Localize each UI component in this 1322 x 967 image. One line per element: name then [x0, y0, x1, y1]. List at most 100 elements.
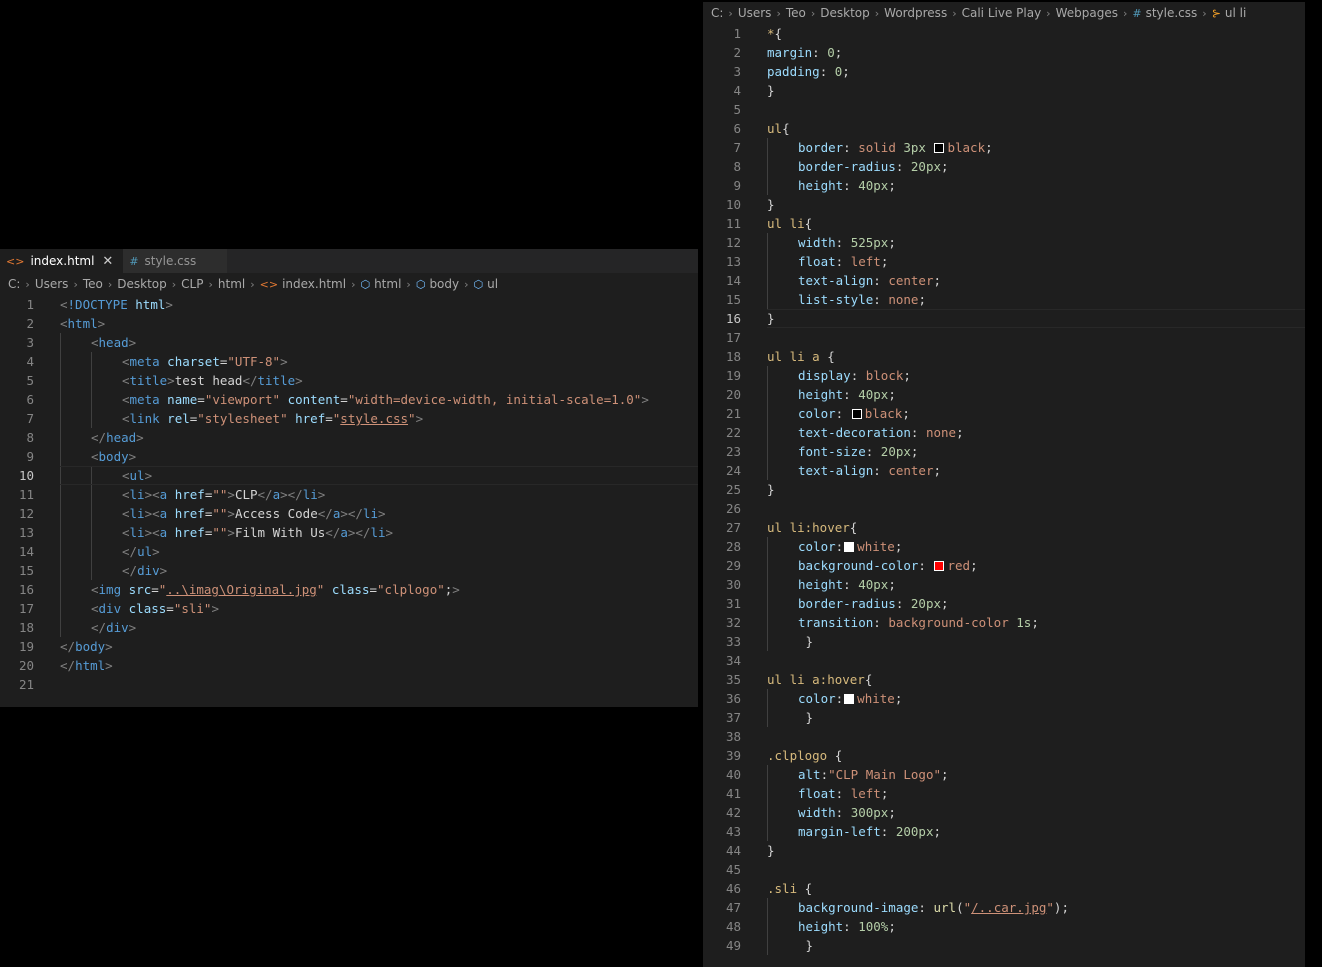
- color-swatch[interactable]: [934, 143, 945, 153]
- code-line[interactable]: 43 margin-left: 200px;: [703, 822, 1305, 841]
- code-line[interactable]: 25}: [703, 480, 1305, 499]
- breadcrumb[interactable]: C: › Users › Teo › Desktop › CLP › html › <> index.ht…: [0, 273, 698, 295]
- breadcrumb-item[interactable]: ⊱ ul li: [1212, 6, 1247, 20]
- code-line[interactable]: 14 </ul>: [0, 542, 698, 561]
- code-line[interactable]: 22 text-decoration: none;: [703, 423, 1305, 442]
- code-line[interactable]: 34: [703, 651, 1305, 670]
- breadcrumb-item[interactable]: ⬡ ul: [474, 277, 499, 291]
- code-line[interactable]: 13 float: left;: [703, 252, 1305, 271]
- breadcrumb-item[interactable]: Desktop: [117, 277, 167, 291]
- code-line[interactable]: 21 color: black;: [703, 404, 1305, 423]
- breadcrumb-item[interactable]: <> index.html: [260, 277, 346, 291]
- code-line[interactable]: 9 height: 40px;: [703, 176, 1305, 195]
- breadcrumb-item[interactable]: CLP: [181, 277, 203, 291]
- code-line[interactable]: 5 <title>test head</title>: [0, 371, 698, 390]
- code-line[interactable]: 35 ul li a:hover{: [703, 670, 1305, 689]
- code-line[interactable]: 11 <li><a href="">CLP</a></li>: [0, 485, 698, 504]
- tab-index-html[interactable]: <> index.html ✕: [0, 249, 124, 273]
- code-line[interactable]: 19 </body>: [0, 637, 698, 656]
- code-line[interactable]: 44}: [703, 841, 1305, 860]
- code-line[interactable]: 12 <li><a href="">Access Code</a></li>: [0, 504, 698, 523]
- code-line[interactable]: 16}: [703, 309, 1305, 328]
- code-line[interactable]: 6 <meta name="viewport" content="width=de…: [0, 390, 698, 409]
- code-line[interactable]: 5: [703, 100, 1305, 119]
- breadcrumb-item[interactable]: C:: [711, 6, 723, 20]
- breadcrumb-item[interactable]: C:: [8, 277, 20, 291]
- code-line[interactable]: 7 border: solid 3px black;: [703, 138, 1305, 157]
- code-line[interactable]: 12 width: 525px;: [703, 233, 1305, 252]
- code-line[interactable]: 4 <meta charset="UTF-8">: [0, 352, 698, 371]
- code-line[interactable]: 13 <li><a href="">Film With Us</a></li>: [0, 523, 698, 542]
- code-line[interactable]: 2 margin: 0;: [703, 43, 1305, 62]
- code-line[interactable]: 8 border-radius: 20px;: [703, 157, 1305, 176]
- css-editor-pane[interactable]: C: › Users › Teo › Desktop › Wordpress › Cali Live…: [703, 2, 1305, 967]
- code-line[interactable]: 20 </html>: [0, 656, 698, 675]
- code-line[interactable]: 1 <!DOCTYPE html>: [0, 295, 698, 314]
- code-line[interactable]: 3 <head>: [0, 333, 698, 352]
- code-line[interactable]: 48 height: 100%;: [703, 917, 1305, 936]
- code-line[interactable]: 20 height: 40px;: [703, 385, 1305, 404]
- breadcrumb-item[interactable]: ⬡ html: [360, 277, 401, 291]
- code-line[interactable]: 30 height: 40px;: [703, 575, 1305, 594]
- code-line[interactable]: 24 text-align: center;: [703, 461, 1305, 480]
- color-swatch[interactable]: [844, 694, 855, 704]
- code-line[interactable]: 11 ul li{: [703, 214, 1305, 233]
- code-line[interactable]: 38: [703, 727, 1305, 746]
- color-swatch[interactable]: [934, 561, 945, 571]
- code-area[interactable]: 1 <!DOCTYPE html> 2 <html> 3 <head> 4 <meta cha…: [0, 295, 698, 694]
- code-line[interactable]: 46 .sli {: [703, 879, 1305, 898]
- breadcrumb-item[interactable]: Teo: [786, 6, 806, 20]
- code-line[interactable]: 15 </div>: [0, 561, 698, 580]
- code-line[interactable]: 49 }: [703, 936, 1305, 955]
- breadcrumb-item[interactable]: Wordpress: [884, 6, 947, 20]
- code-line[interactable]: 42 width: 300px;: [703, 803, 1305, 822]
- code-line[interactable]: 14 text-align: center;: [703, 271, 1305, 290]
- code-area[interactable]: 1 *{2 margin: 0; 3 padding: 0; 4} 5 6 ul{7 border…: [703, 24, 1305, 955]
- color-swatch[interactable]: [851, 409, 862, 419]
- close-icon[interactable]: ✕: [102, 254, 113, 269]
- code-line[interactable]: 19 display: block;: [703, 366, 1305, 385]
- code-line[interactable]: 26: [703, 499, 1305, 518]
- code-line[interactable]: 29 background-color: red;: [703, 556, 1305, 575]
- code-line[interactable]: 8 </head>: [0, 428, 698, 447]
- code-line[interactable]: 21: [0, 675, 698, 694]
- code-line[interactable]: 28 color: white;: [703, 537, 1305, 556]
- code-line[interactable]: 3 padding: 0;: [703, 62, 1305, 81]
- code-line[interactable]: 7 <link rel="stylesheet" href="style.css"…: [0, 409, 698, 428]
- code-line[interactable]: 15 list-style: none;: [703, 290, 1305, 309]
- code-line[interactable]: 17: [703, 328, 1305, 347]
- code-line[interactable]: 33 }: [703, 632, 1305, 651]
- code-line[interactable]: 1 *{: [703, 24, 1305, 43]
- breadcrumb-item[interactable]: html: [218, 277, 245, 291]
- breadcrumb-item[interactable]: Desktop: [820, 6, 870, 20]
- breadcrumb-item[interactable]: # style.css: [1132, 6, 1197, 20]
- breadcrumb-item[interactable]: Teo: [83, 277, 103, 291]
- code-line[interactable]: 16 <img src="..\imag\Original.jpg" class=…: [0, 580, 698, 599]
- code-line[interactable]: 10}: [703, 195, 1305, 214]
- code-line[interactable]: 31 border-radius: 20px;: [703, 594, 1305, 613]
- code-line[interactable]: 18 ul li a {: [703, 347, 1305, 366]
- code-line[interactable]: 40 alt:"CLP Main Logo";: [703, 765, 1305, 784]
- breadcrumb[interactable]: C: › Users › Teo › Desktop › Wordpress › Cali Live…: [703, 2, 1305, 24]
- code-line[interactable]: 45: [703, 860, 1305, 879]
- breadcrumb-item[interactable]: ⬡ body: [416, 277, 459, 291]
- tab-style-css[interactable]: # style.css: [123, 249, 228, 273]
- code-line[interactable]: 39 .clplogo {: [703, 746, 1305, 765]
- code-line[interactable]: 9 <body>: [0, 447, 698, 466]
- breadcrumb-item[interactable]: Cali Live Play: [962, 6, 1042, 20]
- code-line[interactable]: 41 float: left;: [703, 784, 1305, 803]
- code-line[interactable]: 6 ul{: [703, 119, 1305, 138]
- color-swatch[interactable]: [844, 542, 855, 552]
- code-line[interactable]: 10 <ul>: [0, 466, 698, 485]
- code-line[interactable]: 18 </div>: [0, 618, 698, 637]
- html-editor-pane[interactable]: <> index.html ✕ # style.css C: › Users › Teo…: [0, 249, 698, 707]
- code-line[interactable]: 17 <div class="sli">: [0, 599, 698, 618]
- code-line[interactable]: 37 }: [703, 708, 1305, 727]
- breadcrumb-item[interactable]: Users: [738, 6, 772, 20]
- breadcrumb-item[interactable]: Webpages: [1056, 6, 1118, 20]
- code-line[interactable]: 4}: [703, 81, 1305, 100]
- code-line[interactable]: 23 font-size: 20px;: [703, 442, 1305, 461]
- code-line[interactable]: 2 <html>: [0, 314, 698, 333]
- code-line[interactable]: 32 transition: background-color 1s;: [703, 613, 1305, 632]
- code-line[interactable]: 36 color: white;: [703, 689, 1305, 708]
